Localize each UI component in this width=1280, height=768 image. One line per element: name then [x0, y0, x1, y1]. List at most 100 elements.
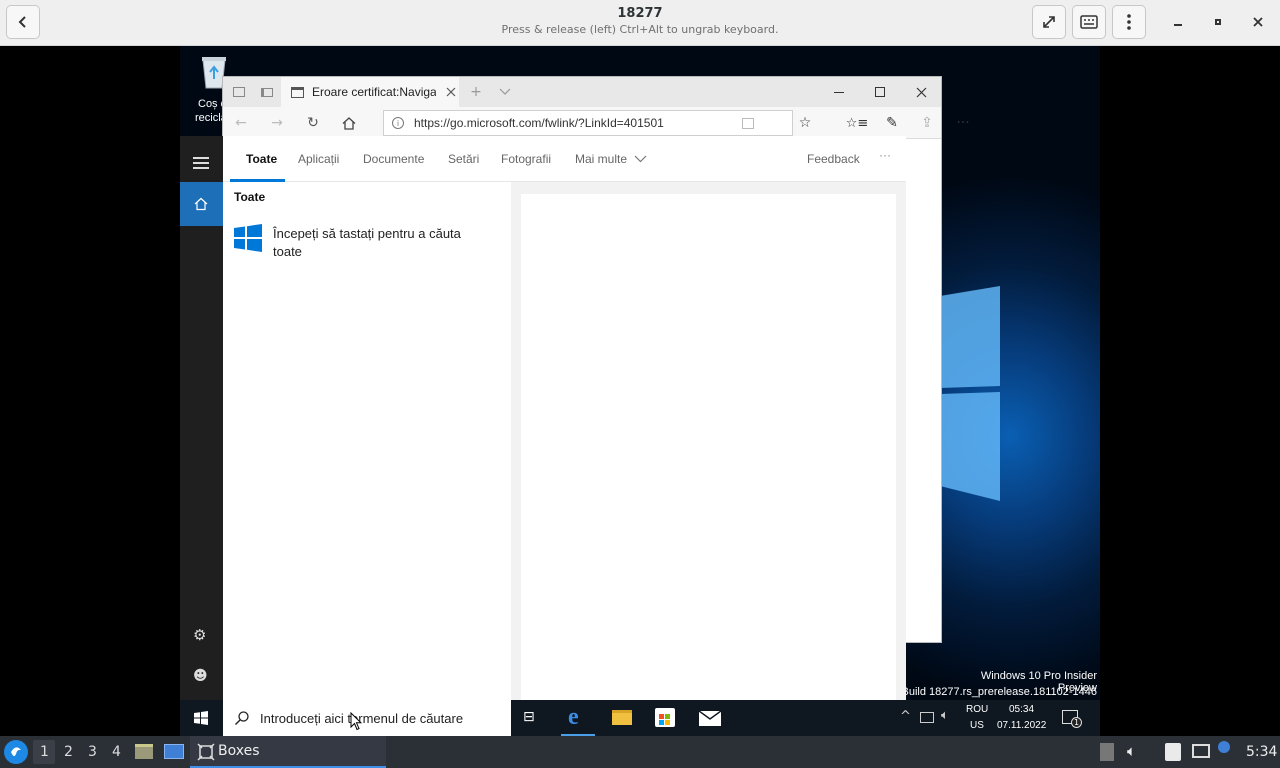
address-bar[interactable]: i https://go.microsoft.com/fwlink/?LinkI… — [383, 110, 793, 136]
favorites-hub-button[interactable]: ☆≡ — [845, 111, 869, 135]
tab-close-icon[interactable] — [446, 87, 456, 97]
network-monitor-icon[interactable] — [1192, 744, 1210, 758]
share-button[interactable]: ⇪ — [915, 111, 939, 135]
task-view-icon[interactable]: ⊟ — [523, 709, 535, 725]
eject-icon[interactable] — [1100, 743, 1114, 761]
start-windows-icon[interactable] — [194, 711, 208, 725]
browser-tab[interactable]: Eroare certificat:Navigaț — [281, 77, 459, 107]
expand-icon — [1043, 16, 1055, 28]
search-panel: Toate Aplicații Documente Setări Fotogra… — [223, 136, 906, 700]
update-notifier-icon[interactable] — [1218, 741, 1230, 753]
workspace-1[interactable]: 1 — [40, 744, 49, 760]
forward-button[interactable]: → — [265, 111, 289, 135]
edge-close-button[interactable] — [909, 80, 933, 104]
search-hint: Începeți să tastați pentru a căuta toate — [273, 225, 461, 261]
mail-icon[interactable] — [698, 710, 722, 726]
vm-display[interactable]: Windows 10 Pro Insider Preview e. Build … — [180, 46, 1100, 736]
chevron-down-icon — [634, 155, 647, 163]
panel-clock[interactable]: 5:34 — [1246, 744, 1277, 760]
input-language-secondary[interactable]: US — [970, 720, 984, 731]
edge-maximize-button[interactable] — [868, 80, 892, 104]
favorite-button[interactable]: ☆ — [793, 111, 817, 135]
edge-logo-icon: e — [568, 704, 579, 730]
maximize-icon — [1215, 19, 1221, 25]
set-aside-icon — [261, 87, 273, 97]
tab-apps[interactable]: Aplicații — [298, 152, 339, 166]
tab-list-button[interactable] — [493, 80, 517, 104]
url-text: https://go.microsoft.com/fwlink/?LinkId=… — [414, 116, 664, 130]
show-hidden-icons-chevron[interactable]: ^ — [900, 709, 911, 724]
maximize-button[interactable] — [1208, 12, 1228, 32]
volume-icon[interactable]: 🔈︎ — [941, 708, 949, 723]
tab-all[interactable]: Toate — [246, 152, 277, 166]
feedback-person-icon[interactable]: ☻ — [193, 668, 208, 684]
edge-minimize-button[interactable] — [827, 80, 851, 104]
back-button[interactable]: ← — [229, 111, 253, 135]
more-options-icon[interactable]: ··· — [879, 148, 891, 162]
home-button[interactable] — [337, 111, 361, 135]
files-launcher-icon[interactable] — [135, 744, 153, 759]
mouse-cursor-icon — [350, 712, 362, 731]
results-column: Toate Începeți să tastați pentru a căuta… — [223, 182, 511, 700]
web-note-button[interactable]: ✎ — [880, 111, 904, 135]
edge-address-bar-row: ← → ↻ i https://go.microsoft.com/fwlink/… — [223, 107, 941, 139]
preview-card — [521, 194, 896, 700]
kebab-menu-icon — [1127, 14, 1131, 30]
taskbar-search-box[interactable]: Introduceți aici termenul de căutare — [223, 700, 511, 736]
results-heading: Toate — [234, 190, 266, 204]
action-center-icon[interactable]: 1 — [1062, 710, 1082, 728]
taskbar-boxes-button[interactable]: Boxes — [190, 736, 386, 768]
search-hint-line2: toate — [273, 244, 302, 259]
windows-logo-icon — [234, 224, 262, 252]
set-tabs-aside-button[interactable] — [255, 80, 279, 104]
home-rail-button[interactable] — [180, 182, 223, 226]
volume-icon[interactable]: 🔈︎ — [1127, 742, 1136, 760]
minimize-button[interactable] — [1168, 12, 1188, 32]
tab-more-label: Mai multe — [575, 152, 628, 166]
hamburger-menu-icon[interactable] — [193, 157, 209, 169]
desktop-launcher-icon[interactable] — [164, 744, 184, 759]
close-icon — [916, 87, 926, 97]
file-explorer-icon[interactable] — [612, 710, 632, 725]
keyboard-button[interactable] — [1072, 5, 1106, 39]
more-icon: ··· — [956, 115, 970, 131]
notification-count-badge: 1 — [1071, 717, 1082, 728]
refresh-icon: ↻ — [307, 115, 319, 131]
workspace-3[interactable]: 3 — [88, 744, 97, 760]
store-icon[interactable] — [655, 708, 675, 727]
close-button[interactable] — [1248, 12, 1268, 32]
menu-button[interactable] — [1112, 5, 1146, 39]
tab-settings[interactable]: Setări — [448, 152, 479, 166]
fullscreen-button[interactable] — [1032, 5, 1066, 39]
reading-view-icon[interactable] — [742, 118, 754, 129]
taskbar-edge-button[interactable]: e — [561, 700, 595, 736]
workspace-4[interactable]: 4 — [112, 744, 121, 760]
star-icon: ☆ — [798, 115, 812, 131]
start-rail: ⚙ ☻ — [180, 136, 223, 700]
page-icon — [291, 86, 304, 98]
tab-photos[interactable]: Fotografii — [501, 152, 551, 166]
host-panel: 1 2 3 4 Boxes 🔈︎ 5:34 — [0, 736, 1280, 768]
network-icon[interactable] — [920, 712, 934, 723]
workspace-2[interactable]: 2 — [64, 744, 73, 760]
tray-date[interactable]: 07.11.2022 — [997, 720, 1046, 731]
refresh-button[interactable]: ↻ — [301, 111, 325, 135]
settings-more-button[interactable]: ··· — [951, 111, 975, 135]
input-language-primary[interactable]: ROU — [966, 704, 988, 715]
watermark-line2: e. Build 18277.rs_prerelease.181102-1446 — [889, 686, 1097, 698]
app-menu-icon[interactable] — [4, 740, 28, 764]
edge-tab-bar: Eroare certificat:Navigaț + — [223, 77, 941, 107]
clipboard-icon[interactable] — [1165, 743, 1181, 761]
pen-icon: ✎ — [886, 115, 898, 131]
new-tab-button[interactable]: + — [464, 80, 488, 104]
search-scope-tabs: Toate Aplicații Documente Setări Fotogra… — [223, 136, 906, 182]
tab-title: Eroare certificat:Navigaț — [312, 85, 436, 99]
share-icon: ⇪ — [921, 115, 933, 131]
tab-more[interactable]: Mai multe — [575, 152, 647, 166]
tabs-aside-icon — [233, 87, 245, 97]
tray-time[interactable]: 05:34 — [1009, 704, 1034, 715]
settings-gear-icon[interactable]: ⚙ — [193, 626, 206, 644]
tab-preview-button[interactable] — [227, 80, 251, 104]
feedback-link[interactable]: Feedback — [807, 152, 860, 166]
tab-documents[interactable]: Documente — [363, 152, 424, 166]
